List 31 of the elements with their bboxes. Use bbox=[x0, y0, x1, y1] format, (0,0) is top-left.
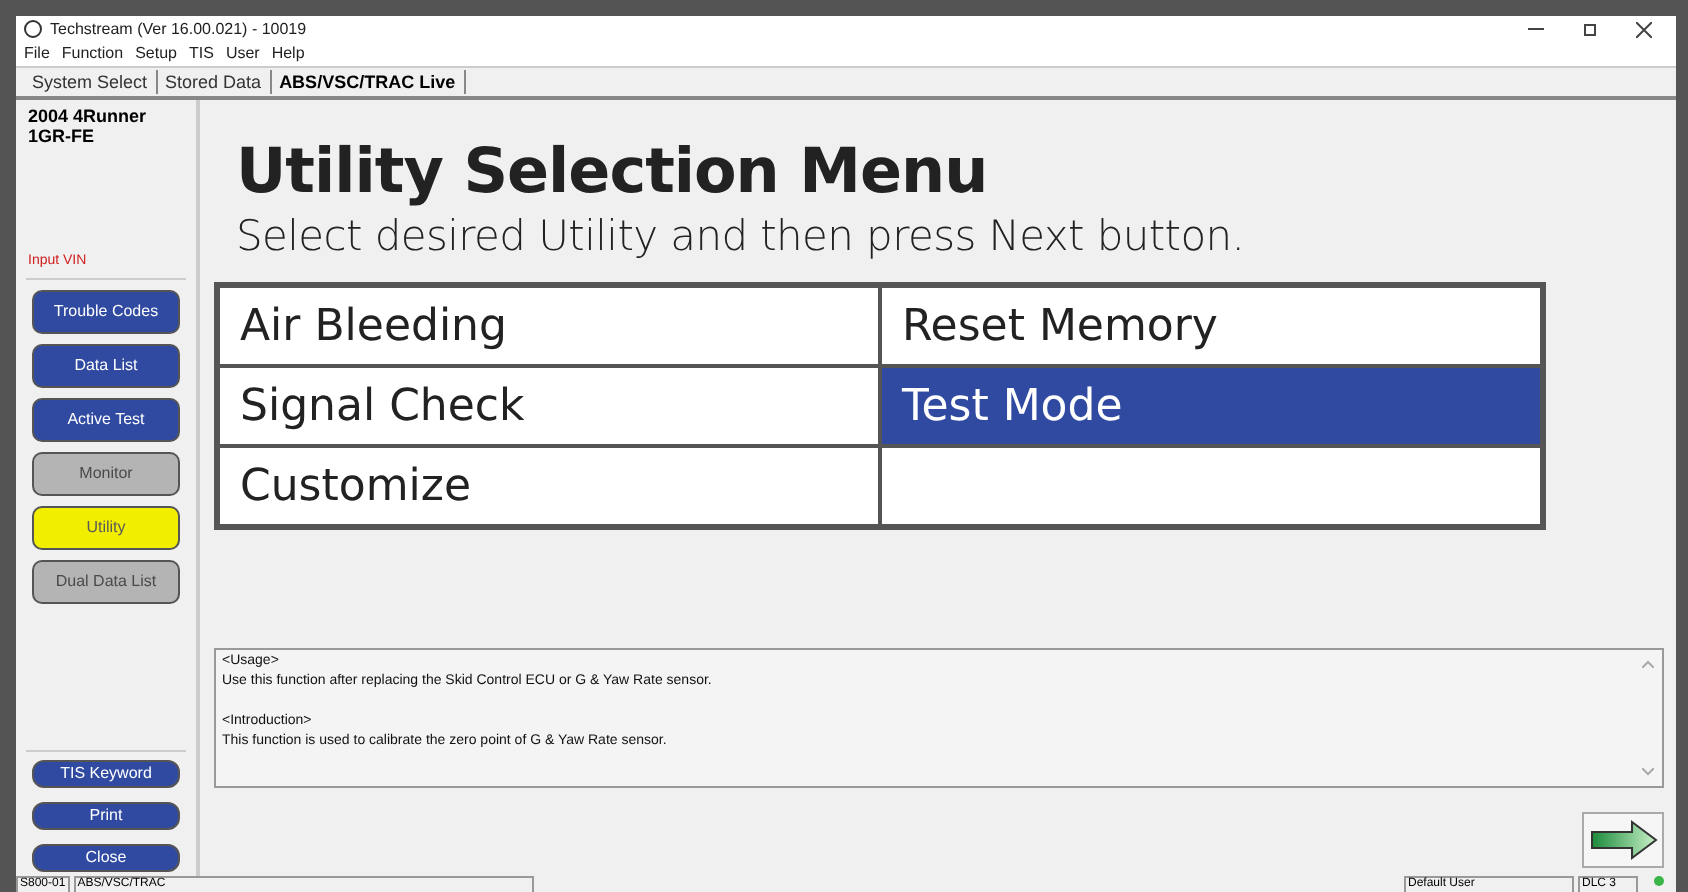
sidebar-button[interactable]: TIS Keyword bbox=[32, 760, 180, 788]
close-icon[interactable] bbox=[1636, 21, 1652, 37]
menu-item[interactable]: User bbox=[225, 42, 260, 66]
sidebar-button[interactable]: Utility bbox=[32, 505, 180, 549]
sidebar-button[interactable]: Data List bbox=[32, 343, 180, 387]
menu-item[interactable]: Function bbox=[61, 42, 124, 66]
menu-item[interactable]: Setup bbox=[135, 42, 177, 66]
sidebar-button[interactable]: Print bbox=[32, 802, 180, 830]
utility-option[interactable]: Air Bleeding bbox=[218, 286, 880, 366]
tab[interactable]: ABS/VSC/TRAC Live bbox=[271, 70, 466, 94]
page-title: Utility Selection Menu bbox=[236, 136, 990, 208]
restore-icon[interactable] bbox=[1584, 23, 1596, 35]
menu-item[interactable]: File bbox=[24, 42, 50, 66]
menu-item[interactable]: Help bbox=[271, 42, 305, 66]
sidebar-button[interactable]: Close bbox=[32, 844, 180, 872]
vehicle-model: 2004 4Runner bbox=[28, 106, 147, 126]
window-title: Techstream (Ver 16.00.021) - 10019 bbox=[50, 17, 309, 41]
right-arrow-icon bbox=[1589, 820, 1657, 860]
tab[interactable]: Stored Data bbox=[157, 70, 272, 94]
utility-option[interactable]: Customize bbox=[218, 446, 880, 526]
sidebar-button[interactable]: Active Test bbox=[32, 397, 180, 441]
page-subtitle: Select desired Utility and then press Next button. bbox=[236, 210, 1247, 264]
next-button[interactable] bbox=[1582, 812, 1664, 868]
sidebar-button[interactable]: Trouble Codes bbox=[32, 289, 180, 333]
tab[interactable]: System Select bbox=[24, 70, 158, 94]
app-logo-icon bbox=[24, 20, 42, 38]
utility-option[interactable]: Signal Check bbox=[218, 366, 880, 446]
utility-option[interactable]: Test Mode bbox=[880, 366, 1542, 446]
menu-item[interactable]: TIS bbox=[188, 42, 214, 66]
utility-option[interactable]: Reset Memory bbox=[880, 286, 1542, 366]
engine-code: 1GR-FE bbox=[28, 126, 97, 146]
